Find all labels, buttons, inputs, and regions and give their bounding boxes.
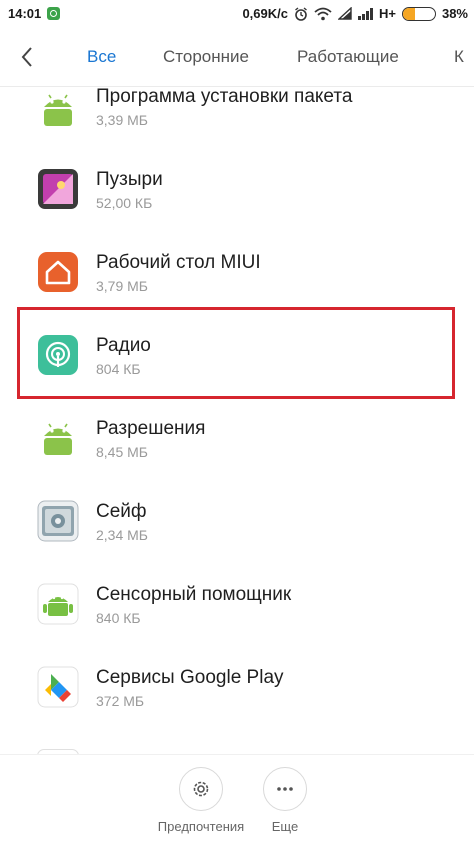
more-dots-icon	[277, 787, 293, 791]
network-type: H+	[378, 6, 396, 21]
home-icon	[38, 252, 78, 292]
clock: 14:01	[8, 6, 42, 21]
preferences-button[interactable]	[179, 767, 223, 811]
list-item[interactable]: Сервисы Google Play 372 МБ	[0, 655, 474, 738]
radio-icon	[38, 335, 78, 375]
app-size: 3,79 МБ	[96, 278, 148, 294]
gear-icon	[193, 781, 209, 797]
alarm-icon	[295, 6, 307, 21]
tab-header: Все Сторонние Работающие К	[0, 28, 474, 87]
app-size: 8,45 МБ	[96, 444, 148, 460]
list-item[interactable]: Программа установки пакета 3,39 МБ	[0, 86, 474, 157]
android-icon	[44, 423, 72, 455]
battery-level	[402, 7, 416, 20]
tab-running[interactable]: Работающие	[297, 47, 399, 67]
app-name: Сервисы Google Play	[96, 667, 284, 688]
safe-icon	[37, 500, 79, 542]
tab-next-partial[interactable]: К	[454, 47, 464, 67]
list-item-radio[interactable]: Радио 804 КБ	[0, 323, 474, 406]
bubbles-wallpaper-icon	[38, 169, 78, 209]
more-label: Еще	[271, 819, 299, 834]
google-play-services-icon	[37, 666, 79, 708]
app-name: Пузыри	[96, 169, 163, 190]
network-speed: 0,69K/c	[242, 6, 288, 21]
status-bar: 14:01 0,69K/c H+ 38%	[0, 0, 474, 28]
app-size: 804 КБ	[96, 361, 141, 377]
list-item[interactable]	[0, 738, 474, 754]
battery-icon	[401, 6, 436, 21]
app-size: 52,00 КБ	[96, 195, 153, 211]
app-size: 840 КБ	[96, 610, 141, 626]
more-button[interactable]	[263, 767, 307, 811]
sim-signal-icon	[337, 7, 352, 20]
message-icon	[47, 7, 61, 20]
app-size: 2,34 МБ	[96, 527, 148, 543]
list-item[interactable]: Сейф 2,34 МБ	[0, 489, 474, 572]
app-name: Сенсорный помощник	[96, 584, 292, 605]
list-item[interactable]: Разрешения 8,45 МБ	[0, 406, 474, 489]
list-item[interactable]: Рабочий стол MIUI 3,79 МБ	[0, 240, 474, 323]
android-icon	[37, 583, 79, 625]
app-name: Сейф	[96, 501, 147, 522]
cellular-signal-icon	[357, 7, 373, 20]
android-icon	[44, 94, 72, 126]
app-list[interactable]: Программа установки пакета 3,39 МБ Пузыр…	[0, 86, 474, 754]
app-name: Программа установки пакета	[96, 86, 353, 107]
list-item[interactable]: Пузыри 52,00 КБ	[0, 157, 474, 240]
bottom-action-bar: Предпочтения Еще	[0, 754, 474, 844]
app-size: 372 МБ	[96, 693, 145, 709]
tab-third-party[interactable]: Сторонние	[163, 47, 249, 67]
tab-all[interactable]: Все	[87, 47, 116, 67]
app-size: 3,39 МБ	[96, 112, 148, 128]
app-name: Радио	[96, 335, 151, 356]
back-arrow-icon[interactable]	[16, 44, 40, 70]
battery-percent: 38%	[441, 6, 468, 21]
app-name: Рабочий стол MIUI	[96, 252, 261, 273]
preferences-label: Предпочтения	[157, 819, 245, 834]
wifi-icon	[314, 7, 332, 20]
app-name: Разрешения	[96, 418, 206, 439]
list-item[interactable]: Сенсорный помощник 840 КБ	[0, 572, 474, 655]
